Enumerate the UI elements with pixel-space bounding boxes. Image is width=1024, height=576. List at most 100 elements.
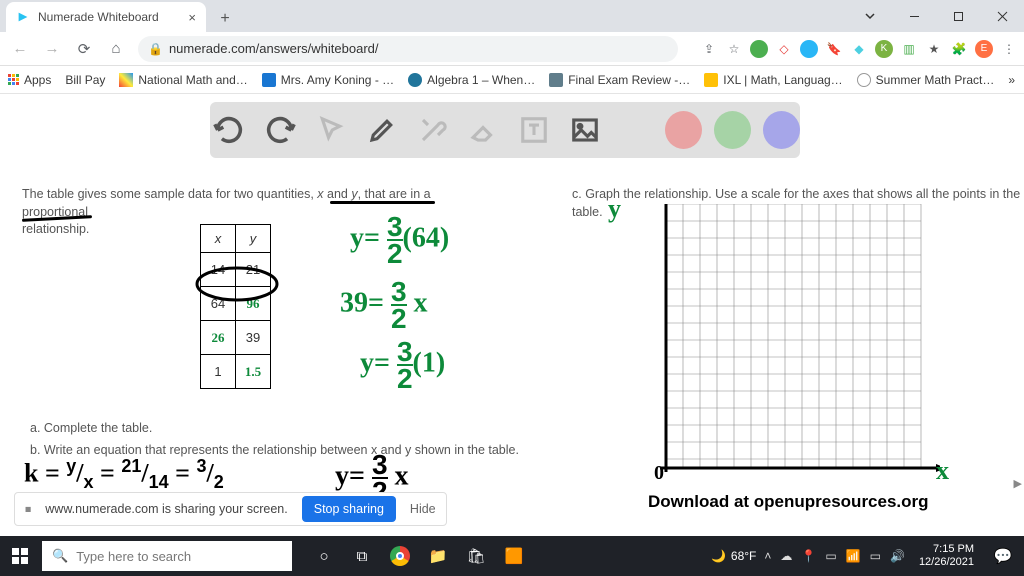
bookmark-item[interactable]: Final Exam Review -… [549, 73, 690, 87]
apps-shortcut[interactable]: Apps [8, 73, 51, 87]
browser-address-bar: ← → ⟳ ⌂ 🔒 numerade.com/answers/whiteboar… [0, 32, 1024, 66]
url-text: numerade.com/answers/whiteboard/ [169, 41, 379, 56]
text-tool[interactable] [515, 110, 554, 150]
browser-tab[interactable]: Numerade Whiteboard × [6, 2, 206, 32]
th-x: x [201, 225, 236, 253]
app-taskbar-icon[interactable]: 🟧 [496, 536, 532, 576]
color-pink[interactable] [665, 111, 702, 149]
bookmark-label: Mrs. Amy Koning - … [281, 73, 394, 87]
ext-tag-icon[interactable]: 🔖 [825, 40, 843, 58]
tray-meet-icon[interactable]: ▭ [825, 549, 836, 563]
color-black[interactable] [617, 111, 654, 149]
nav-home-button[interactable]: ⌂ [102, 35, 130, 63]
tools-icon[interactable] [413, 110, 452, 150]
cell: 1.5 [236, 355, 271, 389]
nav-reload-button[interactable]: ⟳ [70, 35, 98, 63]
share-icon[interactable]: ⇪ [700, 40, 718, 58]
download-text: Download at openupresources.org [648, 492, 929, 512]
bookmarks-bar: Apps Bill Pay National Math and… Mrs. Am… [0, 66, 1024, 94]
tray-cloud-icon[interactable]: ☁ [780, 549, 792, 563]
handwritten: 26 [212, 330, 225, 345]
start-button[interactable] [0, 536, 40, 576]
taskbar-search[interactable]: 🔍Type here to search [42, 541, 292, 571]
chrome-menu-icon[interactable]: ⋮ [1000, 40, 1018, 58]
bookmark-item[interactable]: IXL | Math, Languag… [704, 73, 842, 87]
graph-grid [650, 204, 940, 484]
notifications-icon[interactable]: 💬 [988, 536, 1018, 576]
search-placeholder: Type here to search [76, 549, 191, 564]
ext-diamond-icon[interactable]: ◆ [850, 40, 868, 58]
tray-volume-icon[interactable]: 🔊 [890, 549, 905, 563]
ext-note-icon[interactable]: ▥ [900, 40, 918, 58]
bookmark-item[interactable]: National Math and… [119, 73, 247, 87]
pen-tool[interactable] [362, 110, 401, 150]
cell: 39 [236, 321, 271, 355]
taskbar-clock[interactable]: 7:15 PM 12/26/2021 [913, 543, 980, 569]
color-green[interactable] [714, 111, 751, 149]
explorer-taskbar-icon[interactable]: 📁 [420, 536, 456, 576]
ext-red-icon[interactable]: ◇ [775, 40, 793, 58]
store-taskbar-icon[interactable]: 🛍 [458, 536, 494, 576]
url-input[interactable]: 🔒 numerade.com/answers/whiteboard/ [138, 36, 678, 62]
ext-star2-icon[interactable]: ★ [925, 40, 943, 58]
text: relationship. [22, 222, 89, 236]
pointer-tool[interactable] [312, 110, 351, 150]
stop-sharing-button[interactable]: Stop sharing [302, 496, 396, 522]
bookmark-label: Final Exam Review -… [568, 73, 690, 87]
undo-button[interactable] [210, 110, 249, 150]
new-tab-button[interactable]: + [212, 6, 238, 32]
th-y: y [236, 225, 271, 253]
window-minimize-button[interactable] [892, 0, 936, 32]
chevron-down-icon[interactable] [848, 0, 892, 32]
handwritten: 96 [247, 296, 260, 311]
task-view-icon[interactable]: ⧉ [344, 536, 380, 576]
weather-widget[interactable]: 🌙68°F [711, 549, 756, 563]
nav-back-button[interactable]: ← [6, 35, 34, 63]
lock-icon: 🔒 [148, 42, 163, 56]
bookmark-favicon-icon [119, 73, 133, 87]
bookmark-item[interactable]: Summer Math Pract… [857, 73, 995, 87]
scroll-right-icon[interactable]: ▶ [1014, 477, 1022, 490]
clock-date: 12/26/2021 [919, 556, 974, 569]
eraser-tool[interactable] [464, 110, 503, 150]
nav-forward-button[interactable]: → [38, 35, 66, 63]
page-content: The table gives some sample data for two… [0, 94, 1024, 536]
tray-location-icon[interactable]: 📍 [801, 549, 816, 563]
share-indicator-icon: ⏹ [25, 502, 31, 517]
window-maximize-button[interactable] [936, 0, 980, 32]
bookmarks-overflow-icon[interactable]: » [1008, 73, 1015, 87]
bookmark-item[interactable]: Bill Pay [65, 73, 105, 87]
tab-close-icon[interactable]: × [188, 10, 196, 25]
color-purple[interactable] [763, 111, 800, 149]
bookmark-item[interactable]: Algebra 1 – When… [408, 73, 535, 87]
image-tool[interactable] [566, 110, 605, 150]
extensions-icon[interactable]: 🧩 [950, 40, 968, 58]
ext-k-icon[interactable]: K [875, 40, 893, 58]
tray-chevron-icon[interactable]: ˄ [764, 549, 771, 563]
bookmark-item[interactable]: Mrs. Amy Koning - … [262, 73, 394, 87]
browser-titlebar: Numerade Whiteboard × + [0, 0, 1024, 32]
tab-title: Numerade Whiteboard [38, 10, 159, 24]
ext-green-icon[interactable] [750, 40, 768, 58]
cortana-icon[interactable]: ○ [306, 536, 342, 576]
chrome-taskbar-icon[interactable] [382, 536, 418, 576]
tray-battery-icon[interactable]: ▭ [870, 549, 881, 563]
screen-share-bar: ⏹ www.numerade.com is sharing your scree… [14, 492, 447, 526]
tray-wifi-icon[interactable]: 📶 [846, 549, 861, 563]
redo-button[interactable] [261, 110, 300, 150]
window-close-button[interactable] [980, 0, 1024, 32]
ext-blue-icon[interactable] [800, 40, 818, 58]
cell: 21 [236, 253, 271, 287]
weather-temp: 68°F [731, 549, 756, 563]
cell: 26 [201, 321, 236, 355]
hide-share-button[interactable]: Hide [410, 502, 436, 516]
cell: 96 [236, 287, 271, 321]
star-icon[interactable]: ☆ [725, 40, 743, 58]
handwritten: 1.5 [245, 364, 261, 379]
tab-favicon-icon [16, 10, 30, 24]
whiteboard-toolbar [210, 102, 800, 158]
bookmark-label: National Math and… [138, 73, 247, 87]
bookmark-label: Bill Pay [65, 73, 105, 87]
apps-label: Apps [24, 73, 51, 87]
profile-avatar[interactable]: E [975, 40, 993, 58]
